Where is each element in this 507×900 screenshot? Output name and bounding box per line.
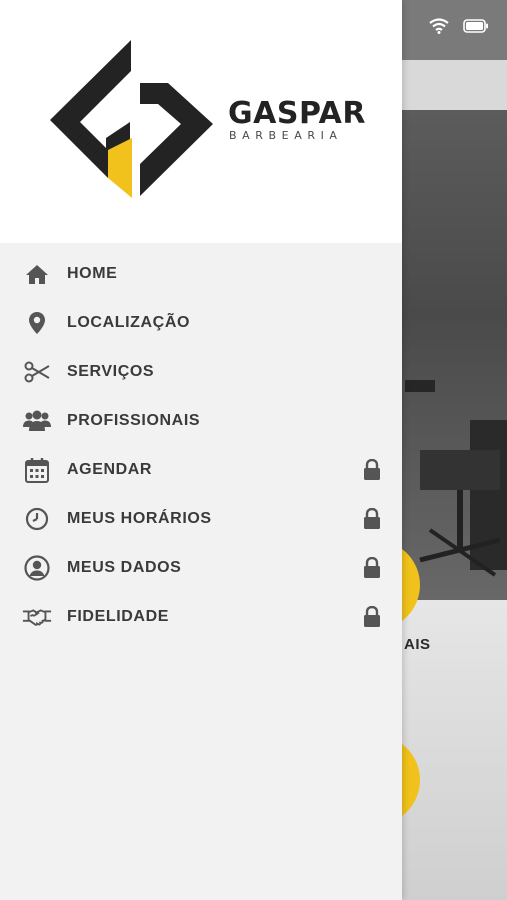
category-label: AIS (404, 636, 431, 653)
menu-item-label: HOME (67, 264, 118, 282)
users-icon (22, 406, 52, 436)
menu-item-label: PROFISSIONAIS (67, 411, 201, 429)
menu-item-agendar[interactable]: AGENDAR (0, 445, 402, 494)
menu-item-localizacao[interactable]: LOCALIZAÇÃO (0, 298, 402, 347)
menu-item-label: AGENDAR (67, 460, 153, 478)
menu-item-label: SERVIÇOS (67, 362, 155, 380)
menu-item-meus-horarios[interactable]: MEUS HORÁRIOS (0, 494, 402, 543)
clock-icon (22, 504, 52, 534)
menu-item-label: MEUS DADOS (67, 558, 182, 576)
barber-chair-image (405, 380, 507, 577)
menu-item-label: LOCALIZAÇÃO (67, 313, 191, 331)
calendar-icon (22, 455, 52, 485)
status-icons (429, 18, 489, 39)
lock-icon (361, 605, 383, 628)
drawer-header: GASPAR BARBEARIA (0, 0, 402, 243)
lock-icon (361, 556, 383, 579)
menu-item-profissionais[interactable]: PROFISSIONAIS (0, 396, 402, 445)
navigation-drawer: GASPAR BARBEARIA HOME LOCALIZAÇÃO SERVIÇ… (0, 0, 402, 900)
menu-item-home[interactable]: HOME (0, 249, 402, 298)
drawer-menu: HOME LOCALIZAÇÃO SERVIÇOS PROFISSIONAIS … (0, 249, 402, 641)
lock-icon (361, 507, 383, 530)
brand-name: GASPAR (228, 96, 366, 131)
user-circle-icon (22, 553, 52, 583)
scissors-icon (22, 357, 52, 387)
handshake-icon (22, 602, 52, 632)
menu-item-label: MEUS HORÁRIOS (67, 509, 212, 527)
home-icon (22, 259, 52, 289)
wifi-icon (429, 18, 449, 39)
lock-icon (361, 458, 383, 481)
menu-item-meus-dados[interactable]: MEUS DADOS (0, 543, 402, 592)
battery-icon (463, 19, 489, 38)
gaspar-logo (50, 40, 213, 198)
map-pin-icon (22, 308, 52, 338)
menu-item-label: FIDELIDADE (67, 607, 169, 625)
menu-item-servicos[interactable]: SERVIÇOS (0, 347, 402, 396)
menu-item-fidelidade[interactable]: FIDELIDADE (0, 592, 402, 641)
brand-subtitle: BARBEARIA (229, 129, 343, 142)
